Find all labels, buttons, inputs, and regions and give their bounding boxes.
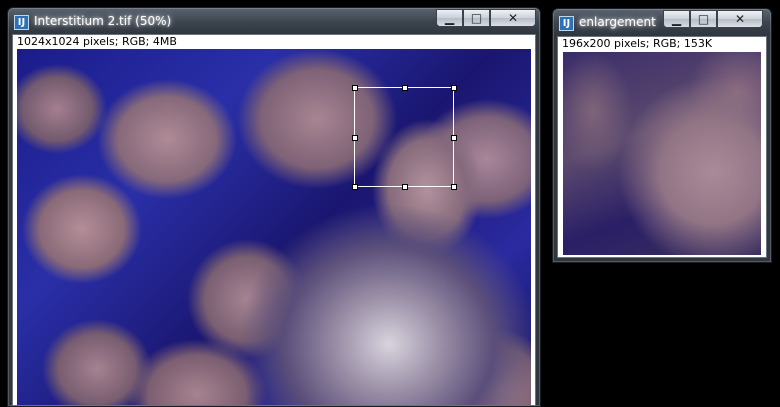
imagej-icon[interactable]: IJ <box>559 16 574 31</box>
maximize-icon: □ <box>697 12 710 26</box>
roi-handle-e[interactable] <box>451 135 457 141</box>
roi-selection[interactable] <box>352 85 457 190</box>
roi-handle-sw[interactable] <box>352 184 358 190</box>
enlargement-info: 196x200 pixels; RGB; 153K <box>562 37 713 50</box>
minimize-button[interactable]: ▁ <box>663 10 690 28</box>
image-info: 1024x1024 pixels; RGB; 4MB <box>17 35 177 48</box>
main-image-window[interactable]: IJ Interstitium 2.tif (50%) ▁ □ ✕ 1024x1… <box>7 7 541 407</box>
minimize-button[interactable]: ▁ <box>436 9 463 27</box>
main-window-title: Interstitium 2.tif (50%) <box>34 14 172 28</box>
close-icon: ✕ <box>507 11 519 25</box>
minimize-icon: ▁ <box>671 12 682 26</box>
roi-handle-se[interactable] <box>451 184 457 190</box>
maximize-button[interactable]: □ <box>690 10 717 28</box>
roi-handle-w[interactable] <box>352 135 358 141</box>
image-canvas[interactable] <box>17 49 531 405</box>
enlargement-canvas[interactable] <box>563 52 761 255</box>
close-button[interactable]: ✕ <box>717 10 763 28</box>
maximize-button[interactable]: □ <box>463 9 490 27</box>
close-button[interactable]: ✕ <box>490 9 536 27</box>
imagej-icon[interactable]: IJ <box>14 15 29 30</box>
maximize-icon: □ <box>470 11 483 25</box>
enlargement-title-bar[interactable]: IJ enlargement ▁ □ ✕ <box>553 9 771 39</box>
enlargement-window-title: enlargement <box>579 15 656 29</box>
enlargement-window[interactable]: IJ enlargement ▁ □ ✕ 196x200 pixels; RGB… <box>552 8 772 263</box>
enlargement-client: 196x200 pixels; RGB; 153K <box>557 36 767 258</box>
main-image-client: 1024x1024 pixels; RGB; 4MB <box>12 34 536 406</box>
roi-handle-n[interactable] <box>402 85 408 91</box>
close-icon: ✕ <box>734 12 746 26</box>
roi-handle-s[interactable] <box>402 184 408 190</box>
roi-handle-ne[interactable] <box>451 85 457 91</box>
roi-handle-nw[interactable] <box>352 85 358 91</box>
minimize-icon: ▁ <box>444 11 455 25</box>
